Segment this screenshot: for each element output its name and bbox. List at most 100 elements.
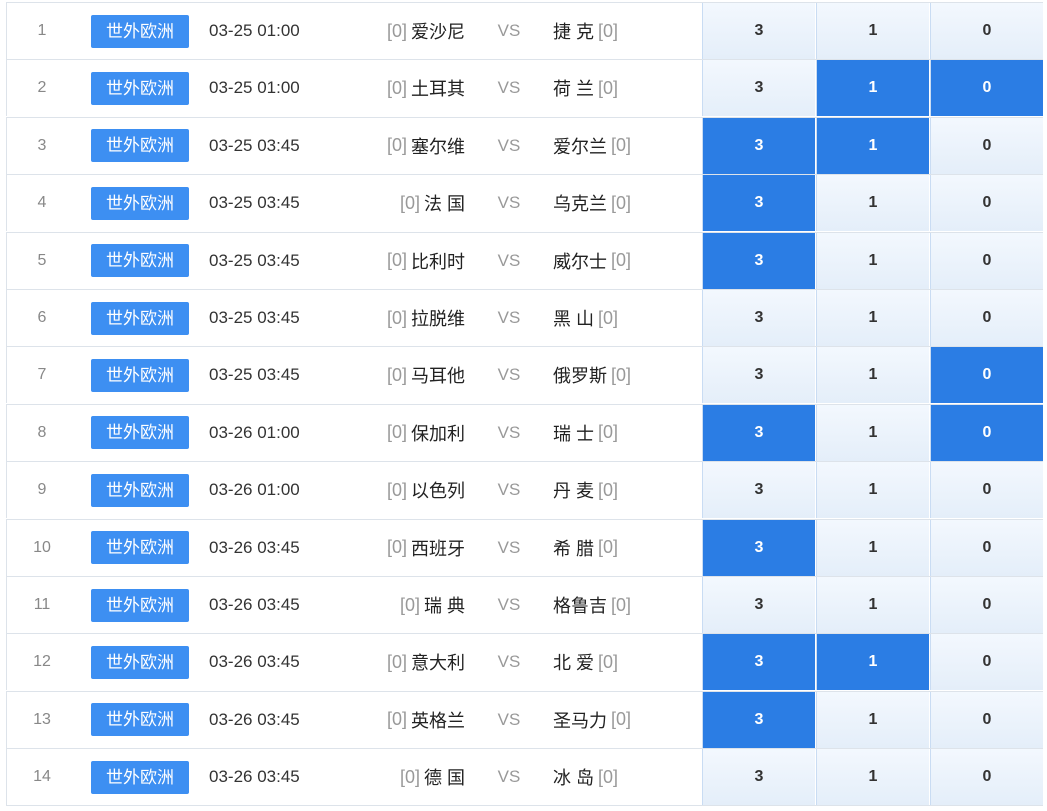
home-team: [0] 比利时 [337,233,465,289]
league-cell: 世外欧洲 [91,118,189,174]
away-team-name: 俄罗斯 [553,366,607,387]
home-rank: [0] [386,709,407,730]
odds-option-3[interactable]: 3 [702,519,815,576]
odds-option-3[interactable]: 3 [702,691,815,748]
away-rank: [0] [598,307,619,328]
away-team-name: 黑 山 [553,309,595,329]
league-badge[interactable]: 世外欧洲 [91,244,189,278]
odds-option-1[interactable]: 1 [816,749,929,806]
vs-label: VS [497,595,521,614]
odds-option-0[interactable]: 0 [930,404,1043,461]
odds-option-1[interactable]: 1 [816,175,929,232]
odds-option-3[interactable]: 3 [702,462,815,519]
home-team: [0] 意大利 [337,634,465,690]
match-row: 2 世外欧洲 03-25 01:00 [0] 土耳其 VS 荷 兰 [0] 3 1 0 [6,59,1043,117]
league-badge[interactable]: 世外欧洲 [91,645,189,679]
odds-option-1[interactable]: 1 [816,404,929,461]
odds-option-3[interactable]: 3 [702,175,815,232]
odds-option-3[interactable]: 3 [702,232,815,289]
odds-option-1[interactable]: 1 [816,347,929,404]
home-rank: [0] [386,479,407,500]
match-time: 03-26 03:45 [209,709,300,729]
odds-option-1[interactable]: 1 [816,3,929,59]
away-team-name: 威尔士 [553,251,607,272]
away-rank: [0] [598,651,619,672]
odds-option-1[interactable]: 1 [816,117,929,174]
home-team-name: 以色列 [411,481,465,502]
odds-option-1[interactable]: 1 [816,634,929,691]
odds-option-0[interactable]: 0 [930,691,1043,748]
odds-option-0[interactable]: 0 [930,462,1043,519]
league-badge[interactable]: 世外欧洲 [91,760,189,794]
away-rank: [0] [598,422,619,443]
row-index: 7 [37,366,47,384]
league-badge[interactable]: 世外欧洲 [91,703,189,737]
league-badge[interactable]: 世外欧洲 [91,531,189,565]
match-time: 03-26 03:45 [209,537,300,557]
odds-option-0[interactable]: 0 [930,60,1043,117]
match-row: 10 世外欧洲 03-26 03:45 [0] 西班牙 VS 希 腊 [0] 3 1 0 [6,518,1043,576]
league-cell: 世外欧洲 [91,634,189,690]
league-badge[interactable]: 世外欧洲 [91,416,189,450]
row-index: 4 [37,194,47,212]
odds-option-1[interactable]: 1 [816,691,929,748]
odds-option-1[interactable]: 1 [816,462,929,519]
home-team: [0] 德 国 [337,749,465,805]
odds-option-1[interactable]: 1 [816,232,929,289]
odds-option-0[interactable]: 0 [930,175,1043,232]
match-row: 6 世外欧洲 03-25 03:45 [0] 拉脱维 VS 黑 山 [0] 3 1 0 [6,289,1043,346]
odds-option-3[interactable]: 3 [702,634,815,691]
match-row: 8 世外欧洲 03-26 01:00 [0] 保加利 VS 瑞 士 [0] 3 1 0 [6,403,1043,461]
odds-option-3[interactable]: 3 [702,3,815,59]
odds-option-3[interactable]: 3 [702,404,815,461]
league-badge[interactable]: 世外欧洲 [91,473,189,507]
row-index: 5 [37,251,47,269]
league-badge[interactable]: 世外欧洲 [91,358,189,392]
league-badge[interactable]: 世外欧洲 [91,301,189,335]
league-cell: 世外欧洲 [91,175,189,231]
odds-option-0[interactable]: 0 [930,3,1043,59]
odds-option-3[interactable]: 3 [702,60,815,117]
away-rank: [0] [598,537,619,558]
odds-option-0[interactable]: 0 [930,577,1043,633]
home-rank: [0] [386,77,407,98]
match-row: 7 世外欧洲 03-25 03:45 [0] 马耳他 VS 俄罗斯 [0] 3 1 0 [6,346,1043,404]
odds-option-0[interactable]: 0 [930,347,1043,404]
league-badge[interactable]: 世外欧洲 [91,71,189,105]
vs-label: VS [497,422,521,442]
home-team-name: 塞尔维 [411,136,465,157]
league-badge[interactable]: 世外欧洲 [91,14,189,48]
odds-option-3[interactable]: 3 [702,347,815,404]
odds-option-0[interactable]: 0 [930,117,1043,174]
away-rank: [0] [611,364,632,385]
odds-option-3[interactable]: 3 [702,577,815,633]
home-team-name: 爱沙尼 [411,22,465,42]
home-rank: [0] [386,651,407,672]
odds-option-0[interactable]: 0 [930,634,1043,691]
odds-option-1[interactable]: 1 [816,519,929,576]
odds-option-1[interactable]: 1 [816,577,929,633]
away-team: 格鲁吉 [0] [553,577,693,633]
odds-option-3[interactable]: 3 [702,749,815,806]
vs-label: VS [497,78,521,98]
odds-option-0[interactable]: 0 [930,519,1043,576]
odds-option-0[interactable]: 0 [930,749,1043,806]
row-index: 10 [33,538,51,556]
away-rank: [0] [611,594,632,615]
odds-option-3[interactable]: 3 [702,117,815,174]
home-team-name: 拉脱维 [411,309,465,329]
match-table: 1 世外欧洲 03-25 01:00 [0] 爱沙尼 VS 捷 克 [0] 3 1 0 2 世外欧洲 03… [0,0,1047,811]
home-rank: [0] [386,20,407,41]
home-rank: [0] [386,307,407,328]
odds-option-0[interactable]: 0 [930,290,1043,346]
home-rank: [0] [399,594,420,615]
league-badge[interactable]: 世外欧洲 [91,588,189,622]
odds-option-1[interactable]: 1 [816,290,929,346]
match-time: 03-26 03:45 [209,595,300,614]
row-index: 1 [37,22,47,39]
odds-option-1[interactable]: 1 [816,60,929,117]
league-badge[interactable]: 世外欧洲 [91,186,189,220]
odds-option-3[interactable]: 3 [702,290,815,346]
league-badge[interactable]: 世外欧洲 [91,129,189,163]
odds-option-0[interactable]: 0 [930,232,1043,289]
